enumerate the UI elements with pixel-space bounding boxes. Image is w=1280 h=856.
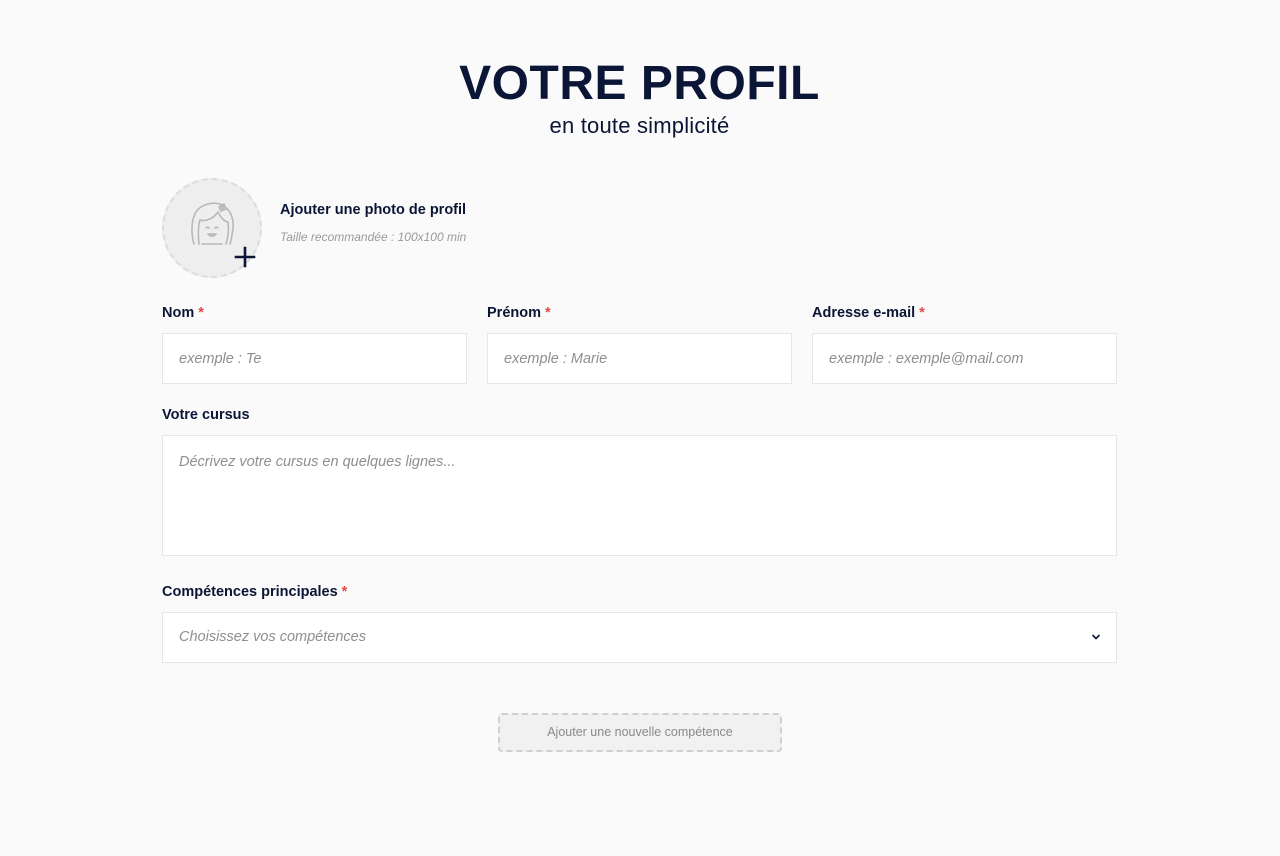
prenom-label-text: Prénom — [487, 305, 541, 321]
nom-label-text: Nom — [162, 305, 195, 321]
competences-label: Compétences principales * — [162, 584, 347, 600]
cursus-label-text: Votre cursus — [162, 407, 250, 423]
required-mark: * — [198, 305, 204, 321]
prenom-label: Prénom * — [487, 305, 551, 321]
cursus-textarea[interactable] — [162, 435, 1117, 556]
page-subtitle: en toute simplicité — [549, 113, 730, 138]
nom-input[interactable] — [162, 333, 467, 384]
email-label-text: Adresse e-mail — [812, 305, 916, 321]
required-mark: * — [545, 305, 551, 321]
girl-face-icon — [191, 202, 234, 245]
profile-photo-section: Ajouter une photo de profil Taille recom… — [162, 178, 682, 278]
avatar-upload[interactable] — [162, 178, 262, 278]
required-mark: * — [341, 584, 348, 600]
required-mark: * — [919, 305, 925, 321]
competences-select[interactable]: Choisissez vos compétences — [162, 612, 1117, 663]
email-input[interactable] — [812, 333, 1117, 384]
page-header: VOTRE PROFIL en toute simplicité — [162, 56, 1117, 140]
page-title: VOTRE PROFIL — [459, 57, 820, 110]
chevron-down-icon — [1092, 634, 1100, 640]
competences-label-text: Compétences principales — [162, 584, 338, 600]
photo-size-hint: Taille recommandée : 100x100 min — [280, 230, 467, 244]
email-label: Adresse e-mail * — [812, 305, 925, 321]
cursus-label: Votre cursus — [162, 407, 250, 423]
add-skill-button[interactable]: Ajouter une nouvelle compétence — [498, 713, 782, 752]
competences-placeholder: Choisissez vos compétences — [179, 629, 366, 645]
add-photo-title: Ajouter une photo de profil — [280, 202, 467, 218]
nom-label: Nom * — [162, 305, 204, 321]
plus-icon[interactable] — [234, 246, 256, 268]
prenom-input[interactable] — [487, 333, 792, 384]
